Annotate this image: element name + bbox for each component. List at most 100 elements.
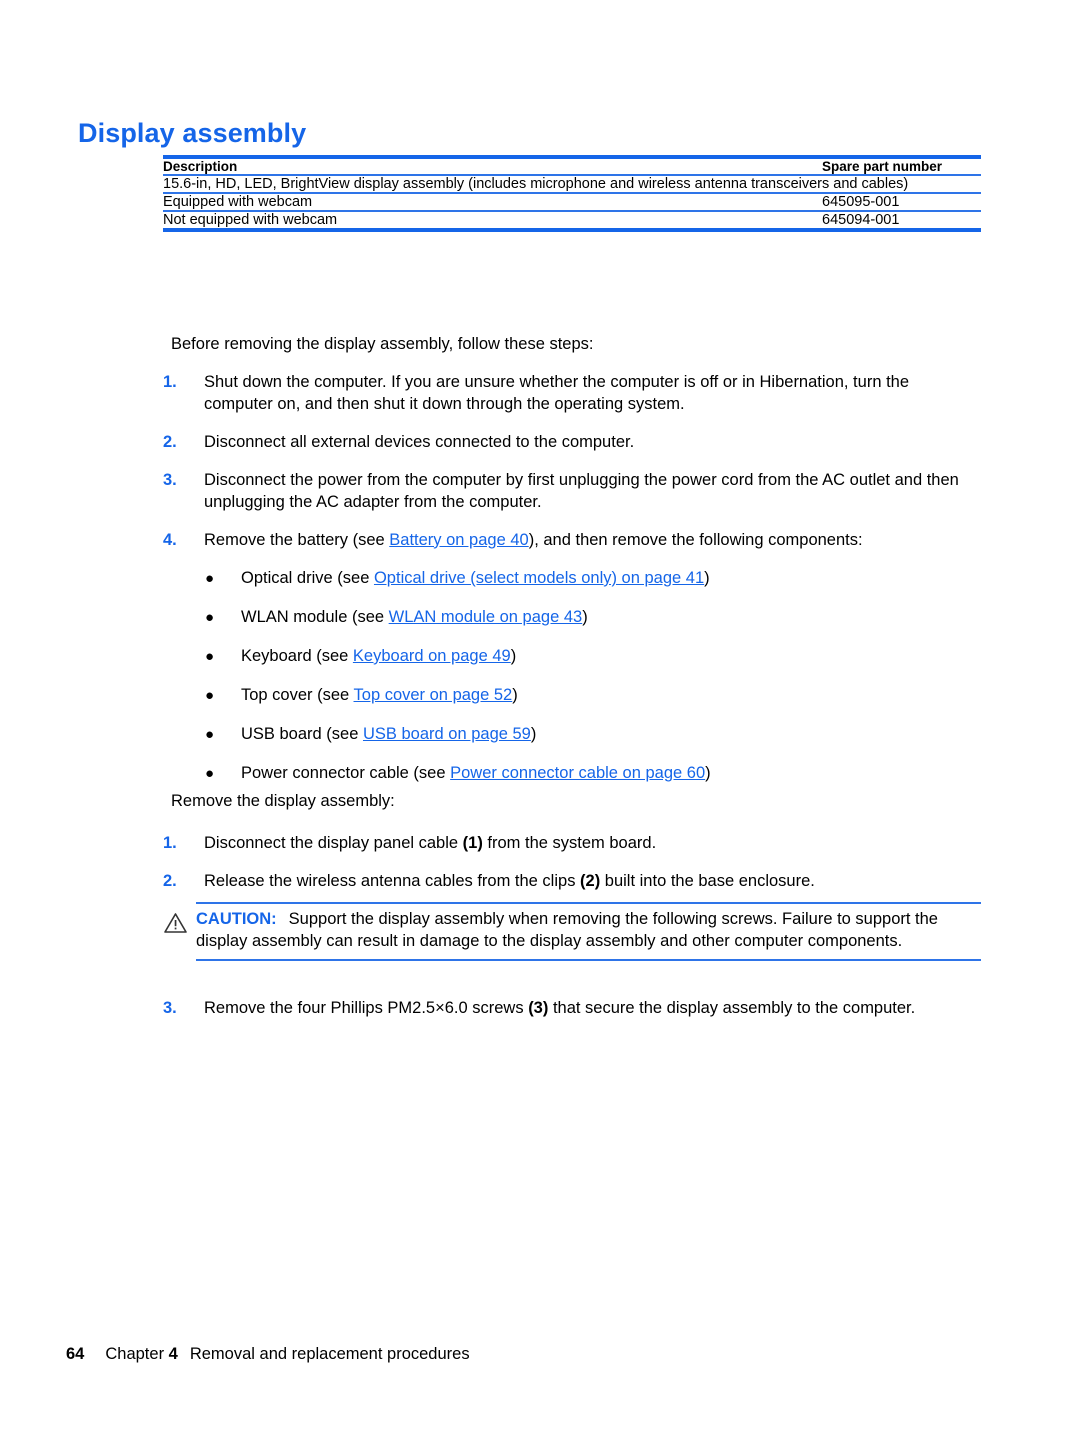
table-row: Not equipped with webcam 645094-001: [163, 212, 981, 228]
list-item: ● WLAN module (see WLAN module on page 4…: [205, 607, 995, 629]
bullet-icon: ●: [205, 647, 215, 665]
callout-number: (2): [580, 871, 601, 890]
table-row-group-description: 15.6-in, HD, LED, BrightView display ass…: [163, 176, 981, 192]
step-number: 2.: [163, 871, 177, 890]
list-item: ● Keyboard (see Keyboard on page 49): [205, 646, 995, 668]
step-text-prefix: Remove the battery (see: [204, 530, 390, 549]
cross-reference-link-top-cover[interactable]: Top cover on page 52: [354, 686, 513, 704]
spare-parts-table: Description Spare part number 15.6-in, H…: [163, 155, 981, 232]
remove-steps-intro: Remove the display assembly:: [171, 792, 395, 810]
bullet-text-suffix: ): [510, 646, 517, 665]
cross-reference-link-usb-board[interactable]: USB board on page 59: [363, 725, 531, 743]
bullet-text-suffix: ): [704, 569, 710, 587]
table-bottom-rule: [163, 228, 981, 232]
bullet-text: USB board (see USB board on page 59): [241, 724, 995, 746]
bullet-text-suffix: ): [530, 724, 537, 743]
before-steps-intro: Before removing the display assembly, fo…: [171, 335, 594, 353]
list-item: 3. Remove the four Phillips PM2.5×6.0 sc…: [163, 998, 975, 1020]
warning-triangle-icon: [163, 909, 196, 939]
footer-page-number: 64: [66, 1345, 85, 1363]
caution-body-text: Support the display assembly when removi…: [196, 910, 938, 950]
cross-reference-link-wlan-module[interactable]: WLAN module on page 43: [389, 608, 583, 626]
bullet-icon: ●: [205, 608, 215, 626]
table-header-row: Description Spare part number: [163, 159, 981, 174]
bullet-icon: ●: [205, 570, 215, 587]
bullet-text-prefix: Optical drive (see: [241, 569, 374, 587]
bullet-text: Keyboard (see Keyboard on page 49): [241, 646, 995, 668]
step-number: 1.: [163, 834, 177, 852]
caution-label: CAUTION:: [196, 910, 277, 928]
bullet-text: WLAN module (see WLAN module on page 43): [241, 607, 995, 629]
bullet-text: Top cover (see Top cover on page 52): [241, 685, 995, 707]
bullet-text: Optical drive (see Optical drive (select…: [241, 568, 995, 590]
step-text-suffix: that secure the display assembly to the …: [548, 999, 916, 1017]
step-text-prefix: Release the wireless antenna cables from…: [204, 871, 581, 890]
bullet-text: Power connector cable (see Power connect…: [241, 763, 995, 785]
list-item: ● Top cover (see Top cover on page 52): [205, 685, 995, 707]
footer-chapter-label: Chapter 4: [105, 1345, 177, 1363]
bullet-icon: ●: [205, 725, 215, 743]
step-text: Release the wireless antenna cables from…: [204, 871, 975, 893]
footer-chapter-number: 4: [168, 1345, 178, 1363]
callout-number: (3): [528, 999, 549, 1017]
step-text: Shut down the computer. If you are unsur…: [204, 373, 910, 413]
table-row: Equipped with webcam 645095-001: [163, 194, 981, 210]
caution-text: CAUTION: Support the display assembly whe…: [196, 909, 981, 953]
footer-chapter-title: Removal and replacement procedures: [189, 1345, 470, 1363]
step-text-prefix: Remove the four Phillips PM2.5×6.0 screw…: [204, 999, 529, 1017]
cross-reference-link-battery[interactable]: Battery on page 40: [389, 531, 528, 549]
components-list: ● Optical drive (see Optical drive (sele…: [205, 568, 995, 802]
step-text-prefix: Disconnect the display panel cable: [204, 834, 463, 852]
list-item: ● Power connector cable (see Power conne…: [205, 763, 995, 785]
caution-note: CAUTION: Support the display assembly whe…: [163, 902, 981, 961]
step-text: Disconnect all external devices connecte…: [204, 432, 635, 451]
bullet-text-prefix: Keyboard (see: [241, 646, 353, 665]
step-number: 2.: [163, 432, 177, 451]
list-item: ● USB board (see USB board on page 59): [205, 724, 995, 746]
page-title: Display assembly: [78, 118, 307, 149]
row-spare-part-number: 645095-001: [822, 194, 900, 210]
remove-steps-list-continued: 3. Remove the four Phillips PM2.5×6.0 sc…: [163, 998, 975, 1036]
bullet-text-prefix: Top cover (see: [241, 685, 354, 704]
bullet-icon: ●: [205, 686, 215, 704]
list-item: 1. Shut down the computer. If you are un…: [163, 372, 975, 416]
cross-reference-link-power-connector-cable[interactable]: Power connector cable on page 60: [450, 764, 705, 782]
step-number: 3.: [163, 999, 177, 1017]
list-item: 4. Remove the battery (see Battery on pa…: [163, 530, 975, 552]
group-description-cell: 15.6-in, HD, LED, BrightView display ass…: [163, 176, 909, 192]
bullet-text-suffix: ): [512, 685, 518, 704]
before-steps-list: 1. Shut down the computer. If you are un…: [163, 372, 975, 568]
row-description: Not equipped with webcam: [163, 212, 338, 228]
step-text-suffix: from the system board.: [482, 834, 657, 852]
column-header-description: Description: [163, 159, 238, 174]
step-text-suffix: ), and then remove the following compone…: [528, 530, 863, 549]
step-text-suffix: built into the base enclosure.: [600, 871, 815, 890]
page-footer: 64 Chapter 4 Removal and replacement proce…: [66, 1345, 470, 1364]
remove-steps-list: 1. Disconnect the display panel cable (1…: [163, 833, 975, 909]
bullet-text-prefix: Power connector cable (see: [241, 763, 451, 782]
list-item: 3. Disconnect the power from the compute…: [163, 470, 975, 514]
cross-reference-link-keyboard[interactable]: Keyboard on page 49: [353, 647, 511, 665]
step-text: Remove the battery (see Battery on page …: [204, 530, 975, 552]
bullet-text-prefix: WLAN module (see: [241, 607, 389, 626]
bullet-text-suffix: ): [705, 763, 711, 782]
cross-reference-link-optical-drive[interactable]: Optical drive (select models only) on pa…: [374, 569, 704, 587]
footer-chapter-word: Chapter: [105, 1345, 165, 1363]
bullet-icon: ●: [205, 764, 215, 782]
column-header-spare-part-number: Spare part number: [822, 159, 943, 174]
step-text: Remove the four Phillips PM2.5×6.0 screw…: [204, 998, 975, 1020]
list-item: 2. Disconnect all external devices conne…: [163, 432, 975, 454]
step-number: 4.: [163, 530, 177, 549]
step-text: Disconnect the power from the computer b…: [204, 470, 959, 511]
step-number: 3.: [163, 470, 177, 489]
row-spare-part-number: 645094-001: [822, 212, 900, 228]
document-page: Display assembly Description Spare part …: [0, 0, 1080, 1437]
list-item: 1. Disconnect the display panel cable (1…: [163, 833, 975, 855]
row-description: Equipped with webcam: [163, 194, 313, 210]
list-item: 2. Release the wireless antenna cables f…: [163, 871, 975, 893]
list-item: ● Optical drive (see Optical drive (sele…: [205, 568, 995, 590]
step-text: Disconnect the display panel cable (1) f…: [204, 833, 975, 855]
step-number: 1.: [163, 373, 177, 391]
bullet-text-prefix: USB board (see: [241, 724, 363, 743]
bullet-text-suffix: ): [582, 607, 588, 626]
